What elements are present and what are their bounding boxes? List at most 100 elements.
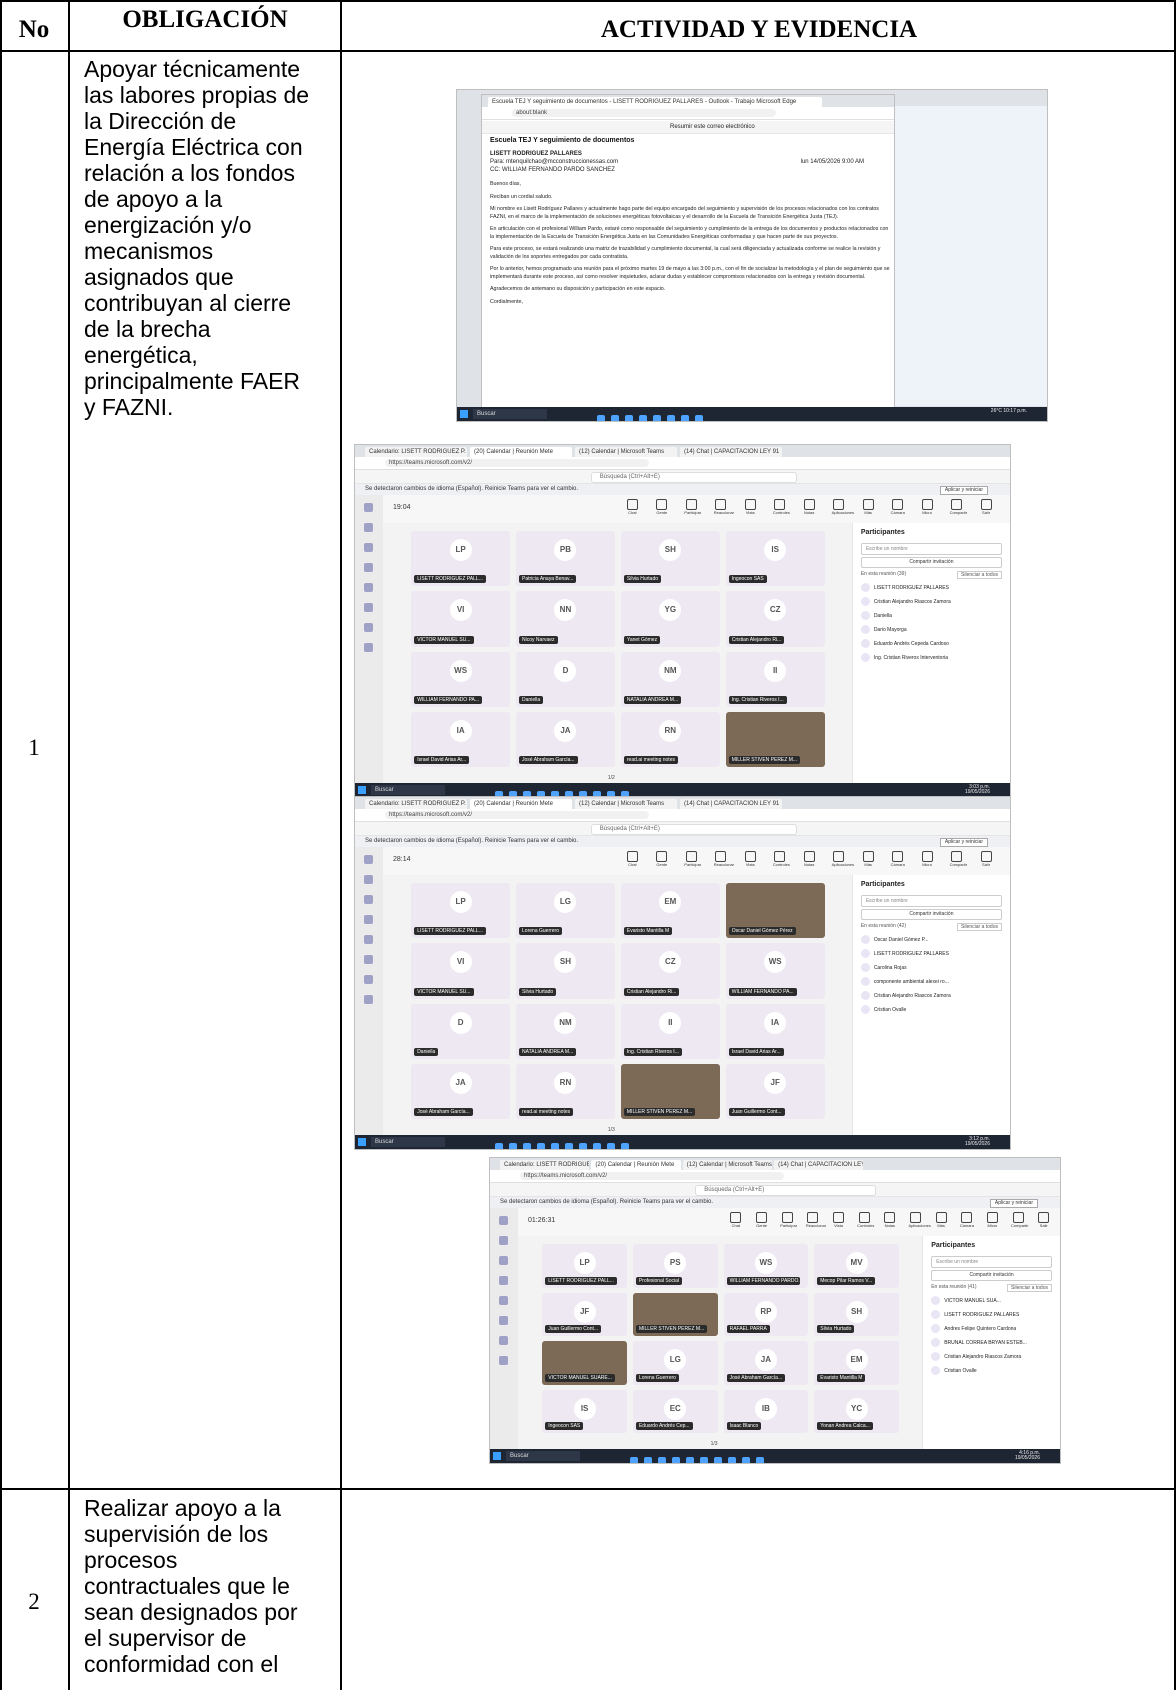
rail-app-icon[interactable] [499, 1316, 508, 1325]
taskbar-app-icons[interactable] [630, 1452, 770, 1463]
meeting-control[interactable]: Participar [684, 851, 701, 867]
participant-tile[interactable]: MILLER STIVEN PEREZ M... [632, 1292, 718, 1336]
participant-tile[interactable]: MILLER STIVEN PEREZ M... [725, 711, 825, 767]
participant-row[interactable]: LISETT RODRIGUEZ PALLARES [931, 1310, 1052, 1321]
participant-row[interactable]: Andres Felipe Quintero Cardona [931, 1324, 1052, 1335]
participant-tile[interactable]: WS WILLIAM FERNANDO PA... [725, 943, 825, 999]
participant-row[interactable]: BRUNAL CORREA BRYAN ESTEB... [931, 1338, 1052, 1349]
rail-app-icon[interactable] [364, 603, 373, 612]
meeting-control[interactable]: Cámara [960, 1212, 974, 1228]
browser-tab[interactable]: (14) Chat | CAPACITACION LEY 91 [680, 447, 782, 457]
email-summarize[interactable]: Resumir este correo electrónico [670, 124, 755, 130]
meeting-control[interactable]: Participar [684, 499, 701, 515]
participant-tile[interactable]: LP LISETT RODRIGUEZ PALL... [411, 531, 511, 587]
taskbar-app-icons[interactable] [597, 410, 709, 421]
rail-app-icon[interactable] [499, 1356, 508, 1365]
mute-all-button[interactable]: Silenciar a todos [957, 571, 1002, 579]
participant-tile[interactable]: YC Yonan Andrea Calca... [814, 1389, 899, 1433]
participant-row[interactable]: VICTOR MANUEL SUA... [931, 1296, 1052, 1307]
browser-tab[interactable]: Calendario: LISETT RODRIGUEZ P. [500, 1160, 590, 1170]
participant-tile[interactable]: D Daniella [516, 651, 615, 707]
meeting-control[interactable]: Reaccionar [714, 499, 734, 515]
browser-tab[interactable]: Calendario: LISETT RODRIGUEZ P. [365, 447, 467, 457]
meeting-control[interactable]: Reaccionar [806, 1212, 826, 1228]
meeting-control[interactable]: Participar [780, 1212, 797, 1228]
meeting-control[interactable]: Gente [755, 1212, 769, 1228]
participant-search-input[interactable]: Escribe un nombre [860, 543, 1002, 555]
browser-tab[interactable]: (12) Calendar | Microsoft Teams [575, 447, 677, 457]
meeting-control[interactable]: Micro [920, 851, 934, 867]
taskbar-app-icons[interactable] [495, 786, 635, 797]
rail-app-icon[interactable] [499, 1216, 508, 1225]
meeting-control[interactable]: Aplicaciones [832, 499, 854, 515]
page-indicator[interactable]: 1/3 [608, 1127, 615, 1133]
participant-tile[interactable]: LG Lorena Guerrero [632, 1341, 718, 1385]
participant-tile[interactable]: SH Silvia Hurtado [516, 943, 615, 999]
rail-app-icon[interactable] [364, 855, 373, 864]
participant-row[interactable]: Carolina Rojas [860, 963, 1002, 974]
participant-row[interactable]: LISETT RODRIGUEZ PALLARES [860, 583, 1002, 594]
participant-row[interactable]: Ing. Cristian Riveros Interventoria [860, 653, 1002, 664]
meeting-control[interactable]: Controles [773, 499, 790, 515]
meeting-control[interactable]: Más [861, 851, 875, 867]
meeting-control[interactable]: Cámara [891, 499, 905, 515]
taskbar-search[interactable]: Buscar [371, 785, 445, 795]
meeting-control[interactable]: Compartir [950, 851, 967, 867]
meeting-control[interactable]: Controles [857, 1212, 874, 1228]
meeting-control[interactable]: Cámara [891, 851, 905, 867]
meeting-control[interactable]: Micro [920, 499, 934, 515]
meeting-control[interactable]: Salir [979, 851, 993, 867]
rail-app-icon[interactable] [364, 955, 373, 964]
participant-tile[interactable]: MV Mecop Pilar Ramos V... [814, 1244, 899, 1288]
browser-tab[interactable]: (20) Calendar | Reunión Mete [470, 447, 572, 457]
participant-row[interactable]: Cristian Alejandro Riascos Zamora [860, 991, 1002, 1002]
meeting-control[interactable]: Gente [655, 499, 669, 515]
meeting-control[interactable]: Salir [979, 499, 993, 515]
participant-tile[interactable]: EM Evaristo Mantilla M [620, 883, 720, 939]
taskbar-search[interactable]: Buscar [371, 1137, 445, 1147]
rail-app-icon[interactable] [499, 1276, 508, 1285]
participant-tile[interactable]: Oscar Daniel Gómez Pérez [725, 883, 825, 939]
meeting-control[interactable]: Vista [743, 499, 757, 515]
share-invite-button[interactable]: Compartir invitación [931, 1270, 1052, 1281]
meeting-control[interactable]: Vista [743, 851, 757, 867]
participant-tile[interactable]: II Ing. Cristian Riveros I... [725, 651, 825, 707]
participant-tile[interactable]: JF Juan Guillermo Cont... [725, 1063, 825, 1119]
participant-tile[interactable]: EM Evaristo Mantilla M [814, 1341, 899, 1385]
participant-row[interactable]: Cristian Alejandro Riascos Zamora [860, 597, 1002, 608]
browser-tab[interactable]: (20) Calendar | Reunión Mete [591, 1160, 681, 1170]
rail-app-icon[interactable] [364, 995, 373, 1004]
taskbar-search[interactable]: Buscar [473, 409, 547, 419]
meeting-control[interactable]: Notas [883, 1212, 897, 1228]
taskbar-app-icons[interactable] [495, 1138, 635, 1149]
rail-app-icon[interactable] [364, 583, 373, 592]
participant-tile[interactable]: LP LISETT RODRIGUEZ PALL... [542, 1244, 627, 1288]
participant-tile[interactable]: IA Israel David Arias Ar... [725, 1003, 825, 1059]
teams-search[interactable]: Búsqueda (Ctrl+Alt+E) [590, 824, 798, 835]
rail-app-icon[interactable] [364, 623, 373, 632]
meeting-control[interactable]: Controles [773, 851, 790, 867]
rail-app-icon[interactable] [364, 643, 373, 652]
windows-start-icon[interactable] [358, 786, 366, 794]
participant-tile[interactable]: CZ Cristian Alejandro Ri... [620, 943, 720, 999]
meeting-control[interactable]: Compartir [1011, 1212, 1029, 1228]
rail-app-icon[interactable] [499, 1236, 508, 1245]
mute-all-button[interactable]: Silenciar a todos [1007, 1284, 1052, 1292]
participant-search-input[interactable]: Escribe un nombre [860, 895, 1002, 907]
participant-tile[interactable]: VICTOR MANUEL SUARE... [542, 1341, 627, 1385]
apply-restart-button[interactable]: Aplicar y reiniciar [989, 1199, 1038, 1208]
meeting-control[interactable]: Reaccionar [714, 851, 734, 867]
meeting-control[interactable]: Salir [1037, 1212, 1051, 1228]
participant-tile[interactable]: D Daniella [411, 1003, 511, 1059]
taskbar-search[interactable]: Buscar [506, 1451, 580, 1461]
meeting-control[interactable]: Notas [802, 499, 816, 515]
page-indicator[interactable]: 1/2 [608, 775, 615, 781]
participant-tile[interactable]: IS Ingeocon SAS [542, 1389, 627, 1433]
rail-app-icon[interactable] [499, 1336, 508, 1345]
browser-tab[interactable]: (14) Chat | CAPACITACION LEY 91 [774, 1160, 864, 1170]
participant-tile[interactable]: WS WILLIAM FERNANDO PA... [411, 651, 511, 707]
rail-app-icon[interactable] [364, 523, 373, 532]
participant-tile[interactable]: YG Yanet Gómez [620, 591, 720, 647]
mute-all-button[interactable]: Silenciar a todos [957, 923, 1002, 931]
participant-tile[interactable]: RN read.ai meeting notes [620, 711, 720, 767]
